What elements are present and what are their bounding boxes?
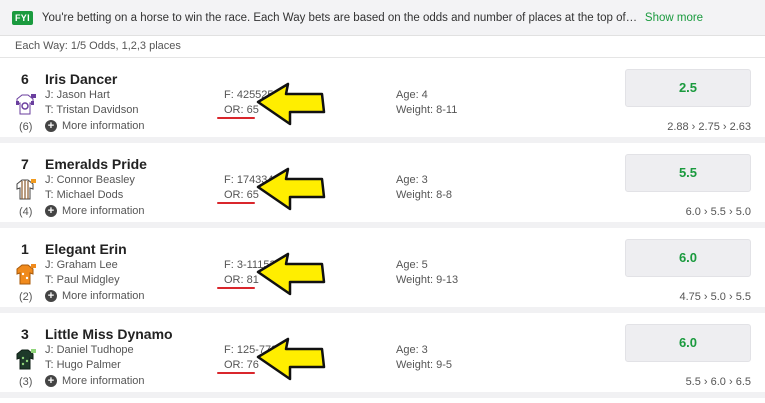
draw-number: (6) — [19, 121, 33, 133]
arrow-annotation-icon — [217, 167, 326, 211]
jockey-name: J: Jason Hart — [45, 89, 110, 101]
runner-name: Elegant Erin — [45, 241, 127, 257]
fyi-banner: FYI You're betting on a horse to win the… — [0, 0, 765, 36]
draw-number: (3) — [19, 376, 33, 388]
trainer-name: T: Hugo Palmer — [45, 359, 121, 371]
runner-number: 7 — [21, 156, 29, 172]
arrow-annotation-icon — [217, 252, 326, 296]
horse-age: Age: 4 — [396, 89, 428, 101]
arrow-annotation-icon — [217, 82, 326, 126]
trainer-name: T: Tristan Davidson — [45, 104, 139, 116]
horse-weight: Weight: 8-8 — [396, 189, 453, 201]
odds-button[interactable]: 6.0 — [625, 239, 751, 277]
runner-name: Little Miss Dynamo — [45, 326, 173, 342]
odds-button[interactable]: 6.0 — [625, 324, 751, 362]
jockey-name: J: Graham Lee — [45, 259, 118, 271]
plus-icon: + — [45, 290, 57, 302]
horse-weight: Weight: 8-11 — [396, 104, 458, 116]
odds-button[interactable]: 5.5 — [625, 154, 751, 192]
runner-number: 1 — [21, 241, 29, 257]
jockey-name: J: Daniel Tudhope — [45, 344, 134, 356]
more-information-link[interactable]: + More information — [45, 120, 145, 132]
draw-number: (2) — [19, 291, 33, 303]
runner-name: Emeralds Pride — [45, 156, 147, 172]
each-way-terms: Each Way: 1/5 Odds, 1,2,3 places — [0, 36, 765, 58]
plus-icon: + — [45, 120, 57, 132]
odds-history: 5.5 › 6.0 › 6.5 — [685, 376, 751, 388]
horse-age: Age: 3 — [396, 174, 428, 186]
plus-icon: + — [45, 205, 57, 217]
runner-row: 3 Little Miss Dynamo J: Daniel Tudhope T… — [0, 313, 765, 398]
runner-number: 6 — [21, 71, 29, 87]
more-information-label: More information — [62, 205, 145, 217]
more-information-link[interactable]: + More information — [45, 290, 145, 302]
silk-striped-icon — [16, 179, 36, 200]
more-information-label: More information — [62, 290, 145, 302]
horse-weight: Weight: 9-5 — [396, 359, 453, 371]
fyi-text: You're betting on a horse to win the rac… — [41, 11, 639, 24]
show-more-link[interactable]: Show more — [645, 12, 703, 24]
odds-history: 4.75 › 5.0 › 5.5 — [679, 291, 751, 303]
runner-number: 3 — [21, 326, 29, 342]
draw-number: (4) — [19, 206, 33, 218]
horse-age: Age: 3 — [396, 344, 428, 356]
silk-dark-green-icon — [16, 349, 36, 370]
more-information-label: More information — [62, 120, 145, 132]
plus-icon: + — [45, 375, 57, 387]
horse-weight: Weight: 9-13 — [396, 274, 459, 286]
trainer-name: T: Michael Dods — [45, 189, 124, 201]
odds-history: 6.0 › 5.5 › 5.0 — [685, 206, 751, 218]
jockey-name: J: Connor Beasley — [45, 174, 135, 186]
fyi-badge: FYI — [12, 10, 33, 25]
runner-row: 1 Elegant Erin J: Graham Lee T: Paul Mid… — [0, 228, 765, 313]
odds-history: 2.88 › 2.75 › 2.63 — [667, 121, 751, 133]
odds-button[interactable]: 2.5 — [625, 69, 751, 107]
arrow-annotation-icon — [217, 337, 326, 381]
more-information-link[interactable]: + More information — [45, 375, 145, 387]
runner-name: Iris Dancer — [45, 71, 118, 87]
runner-list: 6 Iris Dancer J: Jason Hart T: Tristan D… — [0, 58, 765, 398]
more-information-link[interactable]: + More information — [45, 205, 145, 217]
horse-age: Age: 5 — [396, 259, 428, 271]
runner-row: 6 Iris Dancer J: Jason Hart T: Tristan D… — [0, 58, 765, 143]
silk-orange-icon — [16, 264, 36, 285]
trainer-name: T: Paul Midgley — [45, 274, 120, 286]
silk-white-purple-icon — [16, 94, 36, 115]
more-information-label: More information — [62, 375, 145, 387]
runner-row: 7 Emeralds Pride J: Connor Beasley T: Mi… — [0, 143, 765, 228]
